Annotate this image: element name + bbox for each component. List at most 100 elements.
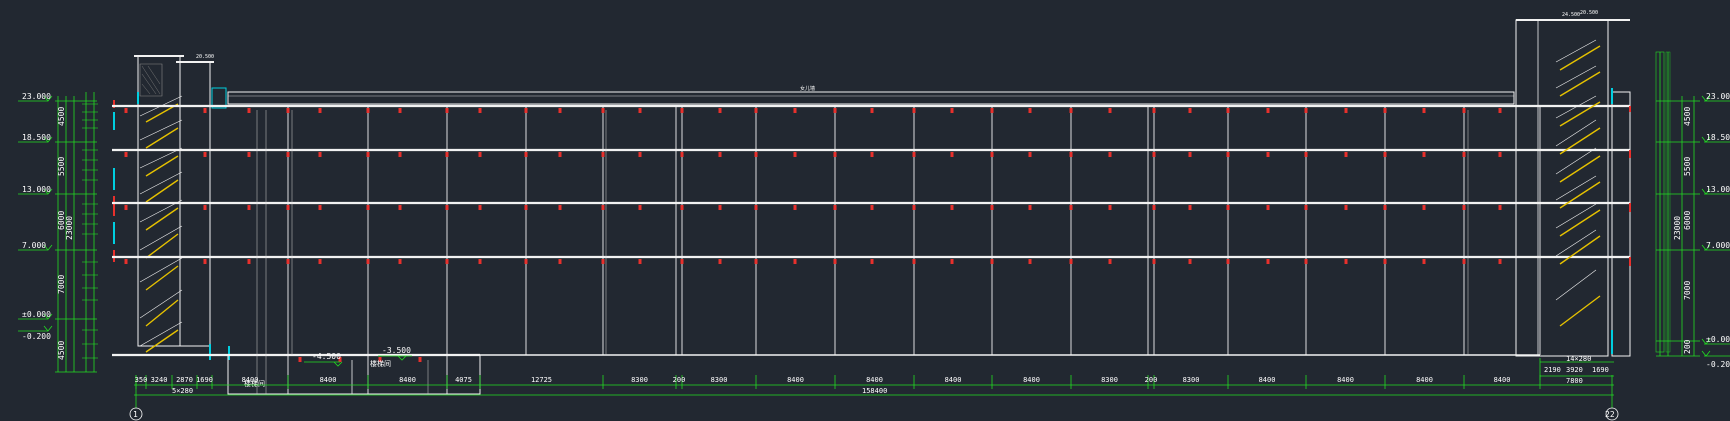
dimension-label: 4075	[455, 376, 472, 384]
column-mark	[1188, 108, 1192, 113]
dimension-label: 200	[1145, 376, 1158, 384]
column-mark	[950, 108, 954, 113]
column-mark	[1188, 205, 1192, 210]
column-mark	[398, 152, 402, 157]
column-mark	[247, 259, 251, 264]
right-dimension: 1690	[1592, 366, 1609, 374]
column-mark	[478, 205, 482, 210]
right-total: 7800	[1566, 377, 1583, 385]
dimension-label: 8400	[1416, 376, 1433, 384]
left-level-labels: 23.000 18.500 13.000 7.000 ±0.000 -0.200	[22, 92, 51, 341]
column-mark	[1383, 259, 1387, 264]
column-mark	[366, 205, 370, 210]
column-mark	[298, 357, 302, 362]
column-mark	[754, 152, 758, 157]
column-mark	[445, 259, 449, 264]
dimension-label: 8300	[1101, 376, 1118, 384]
story-height-right: 4500	[1683, 107, 1692, 126]
dimension-label: 8400	[787, 376, 804, 384]
column-mark	[318, 259, 322, 264]
column-mark	[558, 108, 562, 113]
column-mark	[124, 205, 128, 210]
right-dimension-chain	[1656, 52, 1700, 357]
column-mark	[638, 205, 642, 210]
column-mark	[793, 108, 797, 113]
column-mark	[870, 152, 874, 157]
column-mark	[1152, 259, 1156, 264]
level-label-right: 23.000	[1706, 92, 1730, 101]
level-label-left: 7.000	[22, 241, 46, 250]
column-mark	[286, 205, 290, 210]
dimension-label: 1690	[196, 376, 213, 384]
column-mark	[558, 205, 562, 210]
column-mark	[1266, 259, 1270, 264]
column-mark	[524, 108, 528, 113]
column-mark	[638, 108, 642, 113]
column-mark	[366, 108, 370, 113]
level-label-right: 18.500	[1706, 133, 1730, 142]
column-mark	[1304, 259, 1308, 264]
column-mark	[1028, 259, 1032, 264]
right-level-labels: 23.000 18.500 13.000 7.000 ±0.000 -0.200	[1706, 92, 1730, 369]
column-mark	[1226, 152, 1230, 157]
roof-label: 女儿墙	[800, 85, 815, 92]
dimension-label: 8400	[1494, 376, 1511, 384]
column-mark	[203, 205, 207, 210]
dimension-label: 3240	[151, 376, 168, 384]
column-mark	[833, 152, 837, 157]
column-mark	[1422, 205, 1426, 210]
dimension-label: 8300	[711, 376, 728, 384]
column-mark	[478, 108, 482, 113]
right-top-label: 14×280	[1566, 355, 1591, 363]
column-mark	[1383, 205, 1387, 210]
dimension-label: 350	[135, 376, 148, 384]
column-mark	[680, 259, 684, 264]
story-height-right: 7000	[1683, 281, 1692, 300]
column-mark	[445, 152, 449, 157]
column-mark	[950, 152, 954, 157]
column-mark	[1108, 259, 1112, 264]
dimension-label: 12725	[531, 376, 552, 384]
dimension-label: 8400	[866, 376, 883, 384]
column-mark	[601, 259, 605, 264]
column-mark	[124, 108, 128, 113]
total-height-left: 23000	[65, 216, 74, 240]
column-mark	[912, 259, 916, 264]
level-label-right: 13.000	[1706, 185, 1730, 194]
dimension-label: 200	[673, 376, 686, 384]
column-mark	[124, 152, 128, 157]
column-mark	[754, 205, 758, 210]
column-mark	[524, 205, 528, 210]
axis-label: 22	[1605, 410, 1615, 419]
column-mark	[754, 259, 758, 264]
column-mark	[318, 152, 322, 157]
column-mark	[524, 152, 528, 157]
column-mark	[286, 152, 290, 157]
column-mark	[601, 152, 605, 157]
column-mark	[366, 259, 370, 264]
column-mark	[318, 205, 322, 210]
column-mark	[398, 205, 402, 210]
left-stair-tower	[113, 55, 230, 360]
column-mark	[286, 259, 290, 264]
column-mark	[912, 108, 916, 113]
column-mark	[1069, 108, 1073, 113]
column-mark	[1304, 152, 1308, 157]
level-label-right: -0.200	[1706, 360, 1730, 369]
column-mark	[247, 205, 251, 210]
column-mark	[870, 205, 874, 210]
column-mark	[286, 108, 290, 113]
column-mark	[124, 259, 128, 264]
column-mark	[680, 108, 684, 113]
column-mark	[445, 108, 449, 113]
column-mark	[870, 108, 874, 113]
column-mark	[1304, 205, 1308, 210]
column-mark	[1422, 152, 1426, 157]
total-length: 158400	[862, 387, 887, 395]
column-mark	[601, 108, 605, 113]
bottom-dimension-labels: 350 3240 2870 1690 8400 8400 8400 4075 12725 8300…	[135, 376, 1511, 384]
column-mark	[558, 259, 562, 264]
right-dimension-text: 4500 5500 6000 7000 200 23000	[1673, 107, 1692, 354]
room-label: 楼梯间	[370, 359, 391, 368]
column-mark	[524, 259, 528, 264]
